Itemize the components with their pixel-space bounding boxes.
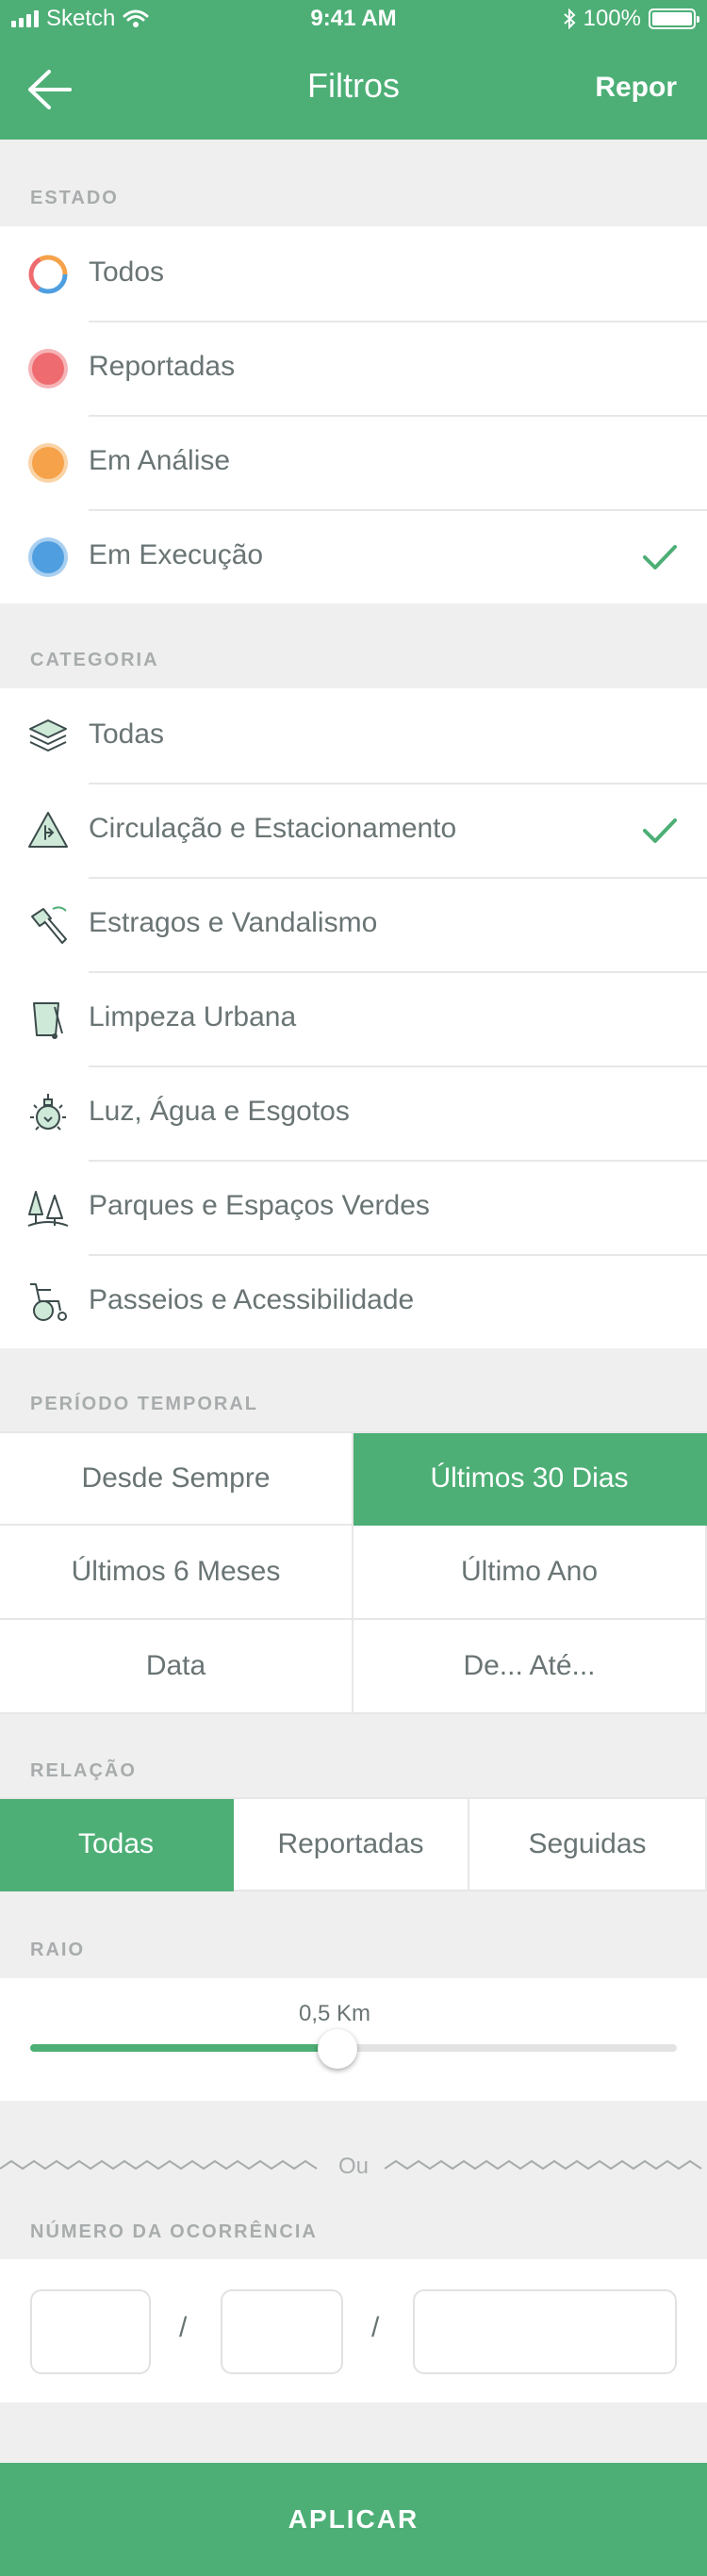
- periodo-option-de-ate[interactable]: De... Até...: [354, 1620, 707, 1714]
- categoria-item-luz[interactable]: Luz, Água e Esgotos: [0, 1065, 707, 1160]
- raio-slider-thumb[interactable]: [318, 2029, 357, 2069]
- ocorrencia-separator: /: [179, 2312, 188, 2343]
- section-header-ocorrencia: NÚMERO DA OCORRÊNCIA: [30, 2221, 318, 2242]
- categoria-item-label: Estragos e Vandalismo: [89, 907, 378, 938]
- check-icon: [643, 545, 677, 570]
- estado-item-label: Todos: [89, 256, 165, 288]
- section-header-periodo: PERÍODO TEMPORAL: [30, 1394, 259, 1414]
- periodo-options: Desde Sempre Últimos 30 Dias Últimos 6 M…: [0, 1431, 707, 1714]
- multicolor-ring-icon: [28, 255, 68, 294]
- categoria-list: Todas Circulação e Estacionamento Estrag…: [0, 688, 707, 1348]
- estado-list: Todos Reportadas Em Análise Em Execução: [0, 226, 707, 603]
- categoria-item-estragos[interactable]: Estragos e Vandalismo: [0, 877, 707, 971]
- periodo-option-ultimos-6-meses[interactable]: Últimos 6 Meses: [0, 1526, 354, 1620]
- periodo-option-ultimo-ano[interactable]: Último Ano: [354, 1526, 707, 1620]
- section-header-relacao: RELAÇÃO: [30, 1760, 137, 1781]
- estado-item-reportadas[interactable]: Reportadas: [0, 321, 707, 415]
- categoria-item-label: Passeios e Acessibilidade: [89, 1284, 415, 1315]
- trees-icon: [27, 1191, 69, 1227]
- relacao-option-seguidas[interactable]: Seguidas: [469, 1799, 707, 1891]
- categoria-item-circulacao[interactable]: Circulação e Estacionamento: [0, 783, 707, 877]
- section-header-raio: RAIO: [30, 1940, 85, 1960]
- apply-button[interactable]: APLICAR: [0, 2463, 707, 2576]
- ocorrencia-input-1[interactable]: [30, 2289, 151, 2374]
- categoria-item-passeios[interactable]: Passeios e Acessibilidade: [0, 1254, 707, 1348]
- light-bulb-icon: [30, 1094, 66, 1131]
- categoria-item-label: Circulação e Estacionamento: [89, 813, 457, 844]
- ocorrencia-input-2[interactable]: [221, 2289, 343, 2374]
- estado-item-todos[interactable]: Todos: [0, 226, 707, 321]
- layers-icon: [29, 719, 67, 751]
- battery-icon: [649, 8, 699, 29]
- reset-button[interactable]: Repor: [595, 72, 677, 104]
- categoria-item-label: Todas: [89, 718, 165, 750]
- wheelchair-icon: [30, 1283, 67, 1321]
- estado-item-label: Em Análise: [89, 445, 231, 476]
- bluetooth-icon: [563, 8, 576, 29]
- zigzag-right-icon: [385, 2159, 702, 2171]
- periodo-option-ultimos-30-dias[interactable]: Últimos 30 Dias: [354, 1433, 707, 1526]
- check-icon: [643, 818, 677, 843]
- categoria-item-limpeza[interactable]: Limpeza Urbana: [0, 971, 707, 1065]
- orange-dot-icon: [28, 443, 68, 483]
- categoria-item-parques[interactable]: Parques e Espaços Verdes: [0, 1160, 707, 1254]
- nav-bar: Filtros Repor: [0, 38, 707, 140]
- periodo-option-desde-sempre[interactable]: Desde Sempre: [0, 1433, 354, 1526]
- section-header-categoria: CATEGORIA: [30, 650, 159, 670]
- estado-item-label: Em Execução: [89, 539, 264, 570]
- section-header-estado: ESTADO: [30, 188, 119, 208]
- trash-bin-icon: [33, 1002, 63, 1039]
- relacao-option-reportadas[interactable]: Reportadas: [234, 1799, 469, 1891]
- status-bar: Sketch 9:41 AM 100%: [0, 0, 707, 38]
- relacao-option-todas[interactable]: Todas: [0, 1799, 234, 1891]
- periodo-option-data[interactable]: Data: [0, 1620, 354, 1714]
- estado-item-label: Reportadas: [89, 351, 236, 382]
- relacao-options: Todas Reportadas Seguidas: [0, 1797, 707, 1891]
- traffic-sign-icon: [28, 812, 68, 848]
- ocorrencia-panel: / /: [0, 2259, 707, 2403]
- red-dot-icon: [28, 349, 68, 388]
- raio-slider-panel: 0,5 Km: [0, 1978, 707, 2101]
- ou-divider: Ou: [0, 2148, 707, 2191]
- hammer-icon: [31, 906, 67, 944]
- battery-percent: 100%: [583, 6, 641, 31]
- estado-item-em-analise[interactable]: Em Análise: [0, 415, 707, 509]
- ocorrencia-input-3[interactable]: [413, 2289, 677, 2374]
- blue-dot-icon: [28, 537, 68, 577]
- categoria-item-label: Limpeza Urbana: [89, 1001, 297, 1032]
- categoria-item-label: Luz, Água e Esgotos: [89, 1096, 350, 1127]
- categoria-item-label: Parques e Espaços Verdes: [89, 1190, 430, 1221]
- raio-value-label: 0,5 Km: [298, 2001, 371, 2026]
- estado-item-em-execucao[interactable]: Em Execução: [0, 509, 707, 603]
- raio-slider-fill: [30, 2044, 337, 2052]
- ocorrencia-separator: /: [371, 2312, 380, 2343]
- categoria-item-todas[interactable]: Todas: [0, 688, 707, 783]
